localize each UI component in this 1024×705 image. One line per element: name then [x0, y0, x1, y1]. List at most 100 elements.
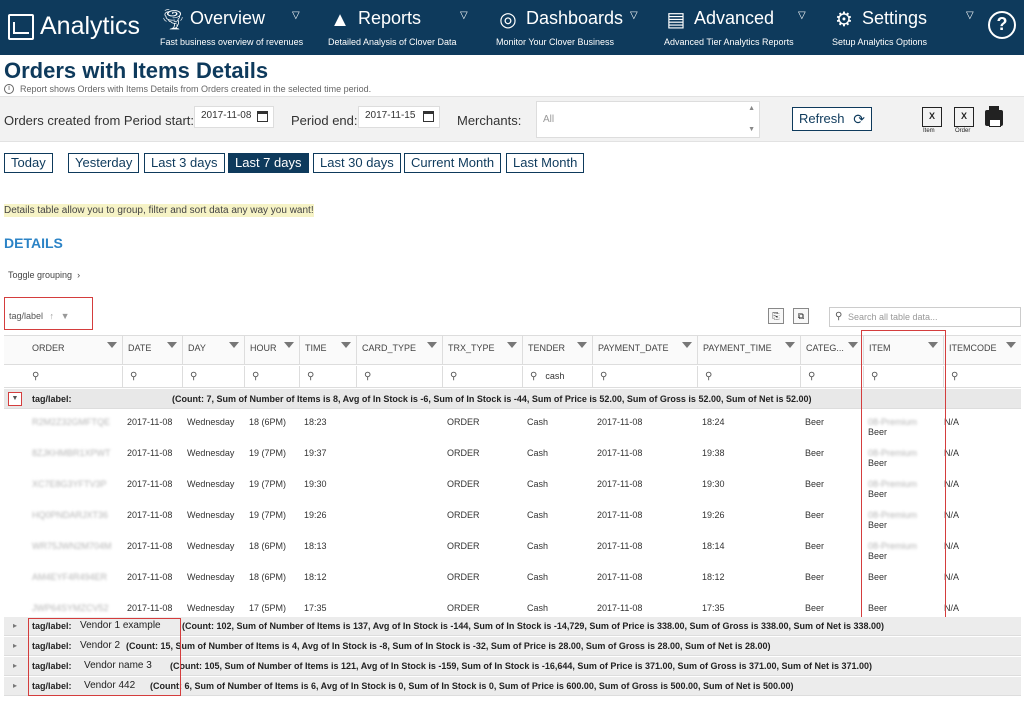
excel-export-item-icon[interactable]: X [922, 107, 942, 127]
period-last-3-days-button[interactable]: Last 3 days [144, 153, 225, 173]
period-start-input[interactable]: 2017-11-08 [194, 106, 274, 128]
col-header-trx-type[interactable]: TRX_TYPE [442, 336, 522, 364]
calendar-icon[interactable] [423, 111, 434, 122]
filter-icon[interactable] [682, 342, 692, 348]
filter-icon[interactable] [284, 342, 294, 348]
filter-icon[interactable] [229, 342, 239, 348]
col-header-payment-date[interactable]: PAYMENT_DATE [592, 336, 697, 364]
col-header-time[interactable]: TIME [299, 336, 356, 364]
filter-itemcode[interactable]: ⚲ [943, 366, 1021, 387]
chevron-right-icon[interactable]: ▸ [13, 641, 17, 650]
nav-advanced[interactable]: ▤ Advanced ▽ Advanced Tier Analytics Rep… [664, 6, 814, 50]
refresh-button[interactable]: Refresh ⟳ [792, 107, 872, 131]
col-header-hour[interactable]: HOUR [244, 336, 299, 364]
col-label: ORDER [32, 343, 65, 353]
filter-icon[interactable] [577, 342, 587, 348]
filter-category[interactable]: ⚲ [800, 366, 863, 387]
col-header-category[interactable]: CATEG... [800, 336, 863, 364]
payment-time-cell: 18:24 [702, 417, 725, 427]
details-title: DETAILS [4, 235, 63, 251]
period-last-7-days-button[interactable]: Last 7 days [228, 153, 309, 173]
nav-reports-title: Reports [358, 8, 422, 28]
col-header-itemcode[interactable]: ITEMCODE [943, 336, 1021, 364]
period-today-button[interactable]: Today [4, 153, 53, 173]
excel-export-order-icon[interactable]: X [954, 107, 974, 127]
scroll-down-icon[interactable]: ▼ [748, 126, 755, 133]
collapse-toggle-icon[interactable]: ▼ [8, 392, 22, 406]
chevron-right-icon[interactable]: ▸ [13, 681, 17, 690]
period-current-month-button[interactable]: Current Month [404, 153, 502, 173]
export-icon[interactable]: ⎘ [768, 308, 784, 324]
chevron-down-icon[interactable]: ▽ [630, 10, 638, 21]
table-search-placeholder: Search all table data... [848, 312, 938, 322]
col-header-date[interactable]: DATE [122, 336, 182, 364]
col-header-payment-time[interactable]: PAYMENT_TIME [697, 336, 800, 364]
time-cell: 19:30 [304, 479, 327, 489]
period-yesterday-button[interactable]: Yesterday [68, 153, 140, 173]
group-chip[interactable]: tag/label ↑ ▼ [9, 311, 69, 321]
filter-order[interactable]: ⚲ [4, 366, 122, 387]
filter-icon[interactable]: ▼ [61, 311, 70, 321]
filter-icon[interactable] [427, 342, 437, 348]
brand[interactable]: Analytics [8, 12, 140, 41]
calendar-icon[interactable] [257, 111, 268, 122]
filter-date[interactable]: ⚲ [122, 366, 182, 387]
time-cell: 17:35 [304, 603, 327, 613]
payment-time-cell: 18:14 [702, 541, 725, 551]
filter-icon[interactable] [341, 342, 351, 348]
search-icon: ⚲ [364, 371, 372, 382]
merchants-select[interactable]: All ▲ ▼ [536, 101, 760, 138]
chevron-down-icon[interactable]: ▽ [460, 10, 468, 21]
filter-icon[interactable] [107, 342, 117, 348]
hour-cell: 18 (6PM) [249, 572, 287, 582]
filter-payment-date[interactable]: ⚲ [592, 366, 697, 387]
toggle-grouping-link[interactable]: Toggle grouping › [8, 270, 80, 280]
col-header-tender[interactable]: TENDER [522, 336, 592, 364]
help-icon[interactable]: ? [988, 11, 1016, 39]
nav-dashboards-sub: Monitor Your Clover Business [496, 37, 615, 47]
table-search-input[interactable]: ⚲ Search all table data... [829, 307, 1021, 327]
nav-settings[interactable]: ⚙ Settings ▽ Setup Analytics Options [832, 6, 982, 50]
chevron-down-icon[interactable]: ▽ [798, 10, 806, 21]
nav-settings-sub: Setup Analytics Options [832, 37, 928, 47]
grouping-zone[interactable]: tag/label ↑ ▼ [4, 297, 93, 330]
nav-overview[interactable]: 🌪︎ Overview ▽ Fast business overview of … [160, 6, 310, 50]
col-header-card-type[interactable]: CARD_TYPE [356, 336, 442, 364]
filter-payment-time[interactable]: ⚲ [697, 366, 800, 387]
filter-icon[interactable] [507, 342, 517, 348]
col-header-order[interactable]: ORDER [4, 336, 122, 364]
chevron-right-icon[interactable]: ▸ [13, 661, 17, 670]
filter-icon[interactable] [848, 342, 858, 348]
chevron-down-icon[interactable]: ▽ [292, 10, 300, 21]
chevron-down-icon[interactable]: ▽ [966, 10, 974, 21]
sort-asc-icon[interactable]: ↑ [50, 311, 55, 321]
filter-icon[interactable] [785, 342, 795, 348]
chevron-right-icon[interactable]: ▸ [13, 621, 17, 630]
scroll-up-icon[interactable]: ▲ [748, 105, 755, 112]
filter-day[interactable]: ⚲ [182, 366, 244, 387]
nav-dashboards[interactable]: ◎ Dashboards ▽ Monitor Your Clover Busin… [496, 6, 646, 50]
itemcode-cell: N/A [944, 417, 960, 427]
search-icon: ⚲ [450, 371, 458, 382]
copy-icon[interactable]: ⧉ [793, 308, 809, 324]
filter-card-type[interactable]: ⚲ [356, 366, 442, 387]
col-label: CATEG... [806, 343, 844, 353]
filter-tender[interactable]: ⚲ cash [522, 366, 592, 387]
filter-hour[interactable]: ⚲ [244, 366, 299, 387]
filter-trx-type[interactable]: ⚲ [442, 366, 522, 387]
period-end-input[interactable]: 2017-11-15 [358, 106, 440, 128]
chevron-right-icon: › [74, 270, 81, 280]
filter-icon[interactable] [1006, 342, 1016, 348]
payment-date-cell: 2017-11-08 [597, 603, 643, 613]
period-last-30-days-button[interactable]: Last 30 days [313, 153, 401, 173]
nav-overview-title: Overview [190, 8, 266, 28]
filter-icon[interactable] [167, 342, 177, 348]
print-icon[interactable] [985, 106, 1003, 127]
period-last-month-button[interactable]: Last Month [506, 153, 585, 173]
col-header-day[interactable]: DAY [182, 336, 244, 364]
filter-time[interactable]: ⚲ [299, 366, 356, 387]
day-cell: Wednesday [187, 572, 235, 582]
nav-reports[interactable]: ▲ Reports ▽ Detailed Analysis of Clover … [328, 6, 478, 50]
trx-type-cell: ORDER [447, 479, 480, 489]
itemcode-cell: N/A [944, 448, 960, 458]
